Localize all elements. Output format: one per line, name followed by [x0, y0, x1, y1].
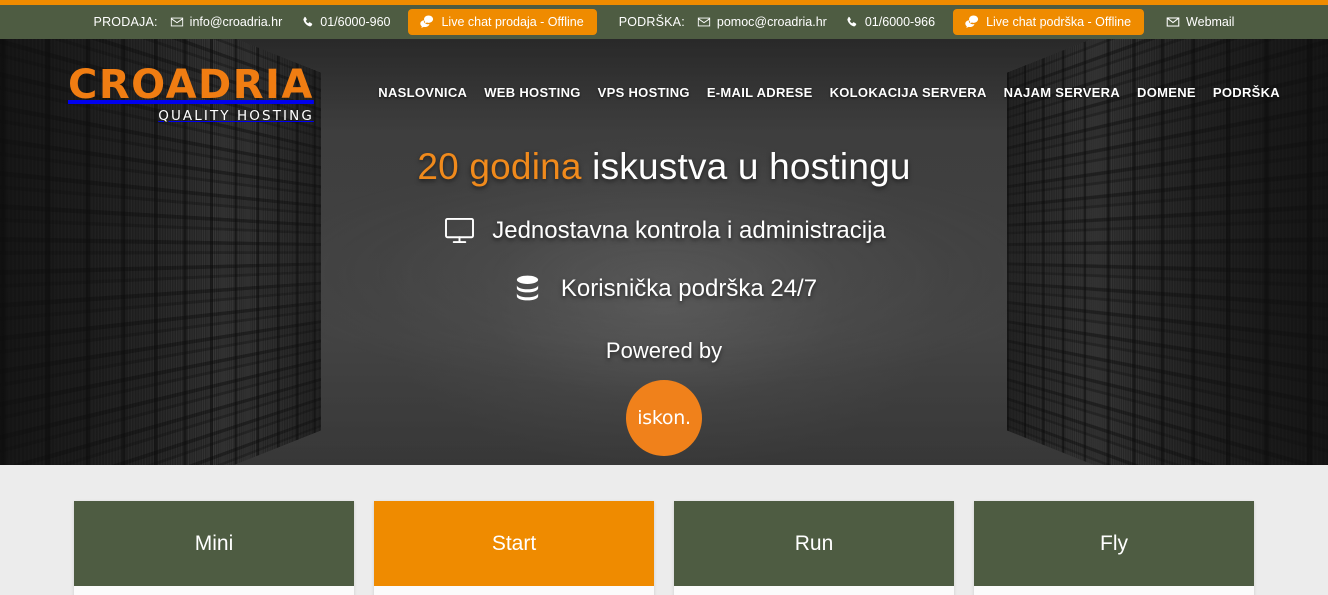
- support-email-link[interactable]: pomoc@croadria.hr: [697, 15, 827, 29]
- webmail-link[interactable]: Webmail: [1166, 15, 1234, 29]
- pricing-plans-row: Mini Start Run Fly: [74, 501, 1254, 595]
- pricing-card-fly-body: [974, 586, 1254, 595]
- support-label: PODRŠKA:: [618, 15, 685, 29]
- main-navigation: NASLOVNICA WEB HOSTING VPS HOSTING E-MAI…: [378, 65, 1280, 100]
- sales-email-text: info@croadria.hr: [189, 15, 283, 29]
- pricing-card-mini[interactable]: Mini: [74, 501, 354, 595]
- database-stack-icon: [511, 274, 545, 304]
- hero-banner: CROADRIA QUALITY HOSTING NASLOVNICA WEB …: [0, 39, 1328, 465]
- hero-content: 20 godina iskustva u hostingu Jednostavn…: [0, 146, 1328, 456]
- partner-logo-iskon[interactable]: iskon.: [626, 379, 702, 456]
- nav-item-podrska[interactable]: PODRŠKA: [1213, 85, 1280, 100]
- envelope-solid-icon: [697, 15, 711, 29]
- logo-tagline: QUALITY HOSTING: [158, 108, 314, 124]
- nav-item-vps-hosting[interactable]: VPS HOSTING: [598, 85, 690, 100]
- pricing-card-start-title: Start: [374, 501, 654, 586]
- support-live-chat-button[interactable]: Live chat podrška - Offline: [953, 9, 1145, 35]
- top-contact-bar: PRODAJA: info@croadria.hr 01/6000-960 Li…: [0, 5, 1328, 39]
- pricing-card-run-title: Run: [674, 501, 954, 586]
- sales-phone-link[interactable]: 01/6000-960: [300, 15, 390, 29]
- webmail-label: Webmail: [1186, 15, 1235, 29]
- sales-label: PRODAJA:: [93, 15, 158, 29]
- nav-item-email-adrese[interactable]: E-MAIL ADRESE: [707, 85, 813, 100]
- support-phone-text: 01/6000-966: [864, 15, 936, 29]
- pricing-card-mini-body: [74, 586, 354, 595]
- pricing-card-start[interactable]: Start: [374, 501, 654, 595]
- hero-feature-support-text: Korisnička podrška 24/7: [560, 274, 818, 302]
- sales-live-chat-button[interactable]: Live chat prodaja - Offline: [408, 9, 597, 35]
- support-email-text: pomoc@croadria.hr: [716, 15, 827, 29]
- nav-item-web-hosting[interactable]: WEB HOSTING: [484, 85, 580, 100]
- hero-headline-rest: iskustva u hostingu: [581, 145, 911, 187]
- envelope-outline-icon: [1166, 15, 1180, 29]
- pricing-card-fly-title: Fly: [974, 501, 1254, 586]
- envelope-solid-icon: [170, 15, 184, 29]
- pricing-card-run[interactable]: Run: [674, 501, 954, 595]
- hero-headline-accent: 20 godina: [417, 145, 582, 187]
- sales-email-link[interactable]: info@croadria.hr: [170, 15, 283, 29]
- nav-item-domene[interactable]: DOMENE: [1137, 85, 1196, 100]
- nav-item-najam-servera[interactable]: NAJAM SERVERA: [1004, 85, 1120, 100]
- nav-item-kolokacija-servera[interactable]: KOLOKACIJA SERVERA: [830, 85, 987, 100]
- sales-phone-text: 01/6000-960: [320, 15, 391, 29]
- pricing-card-start-body: [374, 586, 654, 595]
- sales-live-chat-label: Live chat prodaja - Offline: [441, 14, 584, 29]
- hero-feature-control: Jednostavna kontrola i administracija: [0, 216, 1328, 246]
- pricing-plans-section: Mini Start Run Fly: [0, 465, 1328, 595]
- pricing-card-run-body: [674, 586, 954, 595]
- nav-item-naslovnica[interactable]: NASLOVNICA: [378, 85, 467, 100]
- powered-by-label: Powered by: [605, 337, 723, 363]
- logo-wordmark: CROADRIA: [68, 62, 314, 108]
- pricing-card-fly[interactable]: Fly: [974, 501, 1254, 595]
- desktop-monitor-icon: [442, 216, 476, 246]
- hero-feature-control-text: Jednostavna kontrola i administracija: [492, 216, 886, 244]
- hero-feature-support: Korisnička podrška 24/7: [0, 274, 1328, 304]
- site-header: CROADRIA QUALITY HOSTING NASLOVNICA WEB …: [0, 39, 1328, 124]
- partner-logo-text: iskon.: [637, 406, 691, 429]
- hero-headline: 20 godina iskustva u hostingu: [0, 146, 1328, 188]
- site-logo[interactable]: CROADRIA QUALITY HOSTING: [68, 65, 314, 124]
- chat-bubble-icon: [964, 14, 979, 29]
- phone-icon: [845, 15, 859, 29]
- pricing-card-mini-title: Mini: [74, 501, 354, 586]
- chat-bubble-icon: [419, 14, 434, 29]
- phone-icon: [300, 15, 314, 29]
- support-phone-link[interactable]: 01/6000-966: [845, 15, 935, 29]
- support-live-chat-label: Live chat podrška - Offline: [986, 14, 1132, 29]
